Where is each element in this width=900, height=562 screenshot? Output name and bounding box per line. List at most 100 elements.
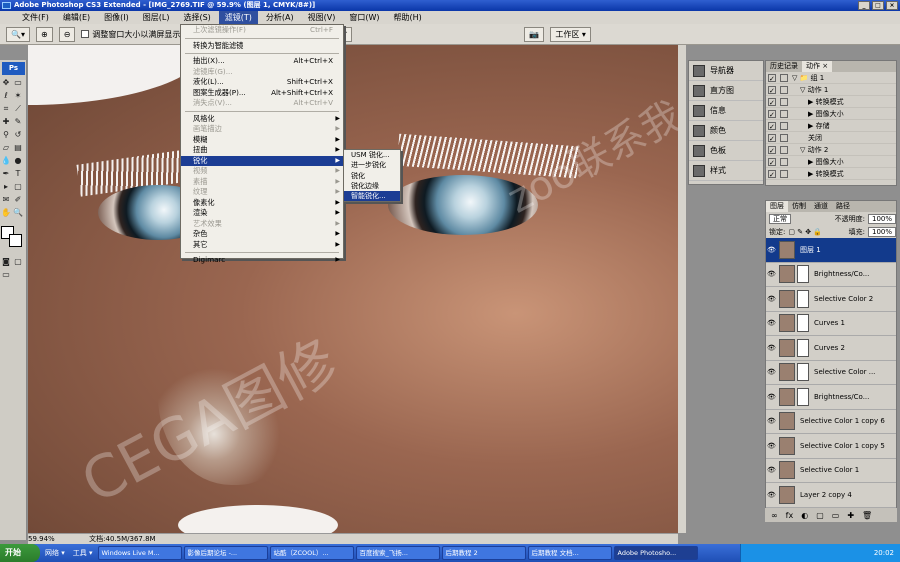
filter-menu-item[interactable]: 风格化 ▶ bbox=[181, 114, 343, 125]
dialog-toggle-checkbox[interactable] bbox=[780, 73, 788, 82]
action-row[interactable]: ✓ ▶ 图像大小 bbox=[766, 156, 896, 168]
action-row[interactable]: ✓ ▶ 存储 bbox=[766, 120, 896, 132]
tab-actions[interactable]: 动作 × bbox=[802, 61, 833, 72]
action-row[interactable]: ✓ ▶ 转换模式 bbox=[766, 96, 896, 108]
filter-menu-item[interactable]: 模糊 ▶ bbox=[181, 135, 343, 146]
eraser-tool-icon[interactable]: ▱ bbox=[1, 143, 11, 153]
taskbar-button[interactable]: 站酷（ZCOOL）... bbox=[269, 546, 354, 560]
visibility-eye-icon[interactable]: 👁 bbox=[766, 368, 777, 376]
filter-menu-item[interactable]: 扭曲 ▶ bbox=[181, 145, 343, 156]
layer-row[interactable]: 👁 Layer 2 copy 4 bbox=[766, 483, 896, 508]
layer-row[interactable]: 👁 Selective Color ... bbox=[766, 361, 896, 385]
eyedropper-tool-icon[interactable]: ✐ bbox=[13, 195, 23, 205]
quicklaunch-network[interactable]: 网络 ▾ bbox=[42, 548, 68, 558]
menu-4[interactable]: 选择(S) bbox=[177, 11, 216, 24]
menu-8[interactable]: 窗口(W) bbox=[343, 11, 385, 24]
zoom-in-button[interactable]: ⊕ bbox=[35, 26, 53, 42]
menu-5[interactable]: 滤镜(T) bbox=[218, 11, 258, 24]
dock-info[interactable]: 信息 bbox=[689, 101, 763, 121]
layer-row[interactable]: 👁 Brightness/Co... bbox=[766, 263, 896, 287]
path-select-icon[interactable]: ▸ bbox=[1, 182, 11, 192]
layers-footer-icon[interactable]: 🗑 bbox=[862, 511, 872, 520]
taskbar-button[interactable]: 后期教程 2 bbox=[441, 546, 526, 560]
move-tool-icon[interactable]: ✥ bbox=[1, 78, 11, 88]
layers-footer-icon[interactable]: ▢ bbox=[816, 511, 824, 520]
dialog-toggle-checkbox[interactable] bbox=[780, 97, 788, 106]
maximize-button[interactable]: □ bbox=[872, 1, 884, 10]
visibility-eye-icon[interactable]: 👁 bbox=[766, 442, 777, 450]
color-swatches[interactable] bbox=[1, 226, 25, 248]
filter-menu-item[interactable]: 渲染 ▶ bbox=[181, 208, 343, 219]
fill-input[interactable]: 100% bbox=[867, 226, 896, 237]
layers-footer-icon[interactable]: ▭ bbox=[832, 511, 840, 520]
filter-menu-item[interactable]: 锐化 ▶ bbox=[181, 155, 343, 166]
dialog-toggle-checkbox[interactable] bbox=[780, 133, 788, 142]
action-toggle-checkbox[interactable]: ✓ bbox=[768, 169, 776, 179]
action-toggle-checkbox[interactable]: ✓ bbox=[768, 73, 776, 83]
healing-tool-icon[interactable]: ✚ bbox=[1, 117, 11, 127]
layers-footer-icon[interactable]: ◐ bbox=[801, 511, 808, 520]
start-button[interactable]: 开始 bbox=[0, 544, 40, 562]
layer-row[interactable]: 👁 Selective Color 1 bbox=[766, 459, 896, 483]
pen-tool-icon[interactable]: ✒ bbox=[1, 169, 11, 179]
zoom-tool-preset-button[interactable]: 🔍▾ bbox=[6, 26, 30, 42]
brush-tool-icon[interactable]: ✎ bbox=[13, 117, 23, 127]
zoom-out-button[interactable]: ⊖ bbox=[58, 26, 76, 42]
document-canvas[interactable]: CEGA图修 zoo联系我 bbox=[28, 45, 678, 533]
menu-9[interactable]: 帮助(H) bbox=[388, 11, 428, 24]
visibility-eye-icon[interactable]: 👁 bbox=[766, 295, 777, 303]
shape-tool-icon[interactable]: ▢ bbox=[13, 182, 23, 192]
filter-menu-item[interactable]: 其它 ▶ bbox=[181, 240, 343, 251]
visibility-eye-icon[interactable]: 👁 bbox=[766, 246, 777, 254]
quick-mask-icon[interactable]: ◙ bbox=[1, 257, 11, 267]
crop-tool-icon[interactable]: ⌗ bbox=[1, 104, 11, 114]
dialog-toggle-checkbox[interactable] bbox=[780, 145, 788, 154]
menu-6[interactable]: 分析(A) bbox=[260, 11, 300, 24]
notes-tool-icon[interactable]: ✉ bbox=[1, 195, 11, 205]
blend-mode-select[interactable]: 正常 bbox=[769, 213, 791, 224]
dialog-toggle-checkbox[interactable] bbox=[780, 109, 788, 118]
filter-menu-item[interactable]: 液化(L)... Shift+Ctrl+X bbox=[181, 77, 343, 88]
layer-row[interactable]: 👁 Curves 1 bbox=[766, 312, 896, 336]
action-toggle-checkbox[interactable]: ✓ bbox=[768, 157, 776, 167]
taskbar-button[interactable]: Windows Live M... bbox=[97, 546, 182, 560]
filter-menu-item[interactable]: Digimarc ▶ bbox=[181, 255, 343, 266]
gradient-tool-icon[interactable]: ▤ bbox=[13, 143, 23, 153]
dialog-toggle-checkbox[interactable] bbox=[780, 121, 788, 130]
quicklaunch-tools[interactable]: 工具 ▾ bbox=[70, 548, 96, 558]
sharpen-item[interactable]: 进一步锐化 bbox=[344, 160, 400, 170]
menu-0[interactable]: 文件(F) bbox=[16, 11, 55, 24]
dodge-tool-icon[interactable]: ● bbox=[13, 156, 23, 166]
tab-layers-0[interactable]: 图层 bbox=[766, 201, 788, 212]
filter-menu-item[interactable]: 图案生成器(P)... Alt+Shift+Ctrl+X bbox=[181, 88, 343, 99]
visibility-eye-icon[interactable]: 👁 bbox=[766, 319, 777, 327]
dock-histogram[interactable]: 直方图 bbox=[689, 81, 763, 101]
zoom-tool-icon[interactable]: 🔍 bbox=[13, 208, 23, 218]
layer-row[interactable]: 👁 Selective Color 1 copy 5 bbox=[766, 434, 896, 459]
type-tool-icon[interactable]: T bbox=[13, 169, 23, 179]
action-row[interactable]: ✓ ▽ 📁 组 1 bbox=[766, 72, 896, 84]
taskbar-button[interactable]: Adobe Photosho... bbox=[613, 546, 698, 560]
menu-7[interactable]: 视图(V) bbox=[302, 11, 342, 24]
layer-row[interactable]: 👁 Curves 2 bbox=[766, 336, 896, 361]
slice-tool-icon[interactable]: ⟋ bbox=[13, 104, 23, 114]
layer-row[interactable]: 👁 Selective Color 1 copy 6 bbox=[766, 410, 896, 434]
dock-color[interactable]: 颜色 bbox=[689, 121, 763, 141]
visibility-eye-icon[interactable]: 👁 bbox=[766, 393, 777, 401]
layers-footer-icon[interactable]: ✚ bbox=[847, 511, 854, 520]
clock[interactable]: 20:02 bbox=[874, 549, 894, 557]
visibility-eye-icon[interactable]: 👁 bbox=[766, 417, 777, 425]
filter-menu-item[interactable]: 杂色 ▶ bbox=[181, 229, 343, 240]
action-toggle-checkbox[interactable]: ✓ bbox=[768, 133, 776, 143]
layer-row[interactable]: 👁 Brightness/Co... bbox=[766, 385, 896, 410]
zoom-level[interactable]: 59.94% bbox=[28, 535, 55, 543]
action-row[interactable]: ✓ ▽ 动作 1 bbox=[766, 84, 896, 96]
close-button[interactable]: × bbox=[886, 1, 898, 10]
action-row[interactable]: ✓ ▽ 动作 2 bbox=[766, 144, 896, 156]
menu-1[interactable]: 编辑(E) bbox=[57, 11, 96, 24]
taskbar-button[interactable]: 影像后期论坛 -... bbox=[183, 546, 268, 560]
visibility-eye-icon[interactable]: 👁 bbox=[766, 344, 777, 352]
dialog-toggle-checkbox[interactable] bbox=[780, 157, 788, 166]
tab-layers-2[interactable]: 通道 bbox=[810, 201, 832, 212]
action-toggle-checkbox[interactable]: ✓ bbox=[768, 85, 776, 95]
